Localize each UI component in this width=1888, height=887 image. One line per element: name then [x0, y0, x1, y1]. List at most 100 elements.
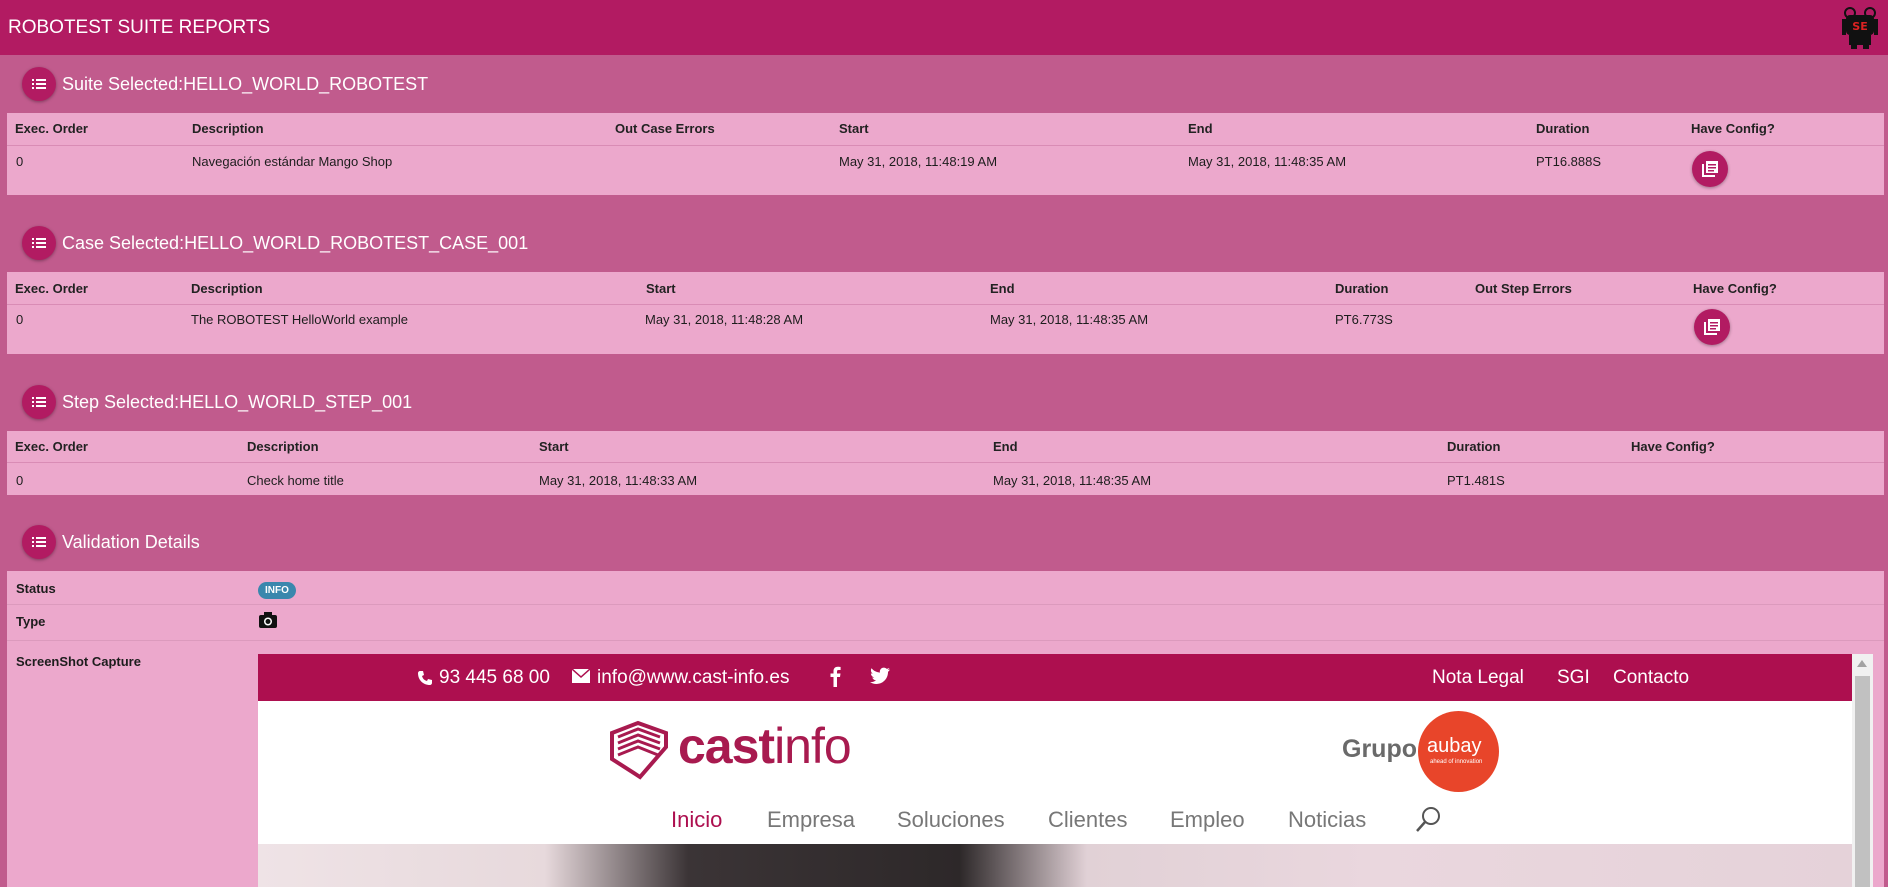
step-heading: Step Selected:HELLO_WORLD_STEP_001	[62, 392, 413, 412]
capture-menu-soluciones: Soluciones	[897, 807, 1005, 832]
col-duration: Duration	[1447, 439, 1501, 454]
col-out-step-errors: Out Step Errors	[1475, 281, 1572, 296]
step-list-button[interactable]	[22, 385, 56, 419]
list-icon	[32, 397, 46, 407]
col-exec-order: Exec. Order	[15, 439, 88, 454]
validation-heading: Validation Details	[62, 532, 200, 552]
capture-menu-empresa: Empresa	[767, 807, 856, 832]
type-row: Type	[7, 605, 1884, 641]
col-end: End	[990, 281, 1015, 296]
aubay-logo: aubay ahead of innovation	[1418, 711, 1499, 792]
capture-menu-clientes: Clientes	[1048, 807, 1128, 832]
capture-top-bar: 93 445 68 00 info@www.cast-info.es Nota …	[258, 654, 1852, 701]
status-badge: INFO	[258, 582, 296, 599]
description-value: Check home title	[247, 473, 344, 488]
list-icon	[32, 79, 46, 89]
config-library-icon	[1704, 319, 1720, 335]
col-description: Description	[192, 121, 264, 136]
col-have-config: Have Config?	[1693, 281, 1777, 296]
col-exec-order: Exec. Order	[15, 121, 88, 136]
config-library-icon	[1702, 161, 1718, 177]
robot-logo-icon: SE	[1840, 5, 1880, 49]
col-exec-order: Exec. Order	[15, 281, 88, 296]
capture-logo-area: castinfo Grupo aubay ahead of innovation	[258, 701, 1852, 799]
castinfo-logo-icon	[610, 720, 668, 780]
capture-menu-empleo: Empleo	[1170, 807, 1245, 832]
start-value: May 31, 2018, 11:48:28 AM	[645, 312, 804, 327]
table-row[interactable]: 0 Check home title May 31, 2018, 11:48:3…	[7, 463, 1884, 495]
camera-icon	[259, 612, 277, 633]
end-value: May 31, 2018, 11:48:35 AM	[1188, 154, 1347, 169]
list-icon	[32, 537, 46, 547]
col-start: Start	[539, 439, 569, 454]
case-section-header: Case Selected:HELLO_WORLD_ROBOTEST_CASE_…	[22, 226, 722, 262]
duration-value: PT6.773S	[1335, 312, 1393, 327]
validation-section-header: Validation Details	[22, 525, 422, 561]
step-section-header: Step Selected:HELLO_WORLD_STEP_001	[22, 385, 622, 421]
capture-link-contacto: Contacto	[1613, 667, 1690, 688]
facebook-icon	[830, 666, 841, 687]
capture-phone: 93 445 68 00	[439, 667, 550, 688]
case-config-button[interactable]	[1694, 309, 1730, 345]
screenshot-label: ScreenShot Capture	[16, 654, 141, 669]
suite-list-button[interactable]	[22, 67, 56, 101]
table-row[interactable]: 0 The ROBOTEST HelloWorld example May 31…	[7, 305, 1884, 354]
col-end: End	[993, 439, 1018, 454]
case-list-button[interactable]	[22, 226, 56, 260]
twitter-icon	[870, 667, 890, 684]
exec-order-value: 0	[16, 473, 24, 488]
col-duration: Duration	[1536, 121, 1590, 136]
col-end: End	[1188, 121, 1213, 136]
table-header-row: Exec. Order Description Start End Durati…	[7, 272, 1884, 305]
phone-icon	[418, 671, 432, 685]
start-value: May 31, 2018, 11:48:33 AM	[539, 473, 698, 488]
col-description: Description	[191, 281, 263, 296]
end-value: May 31, 2018, 11:48:35 AM	[990, 312, 1149, 327]
end-value: May 31, 2018, 11:48:35 AM	[993, 473, 1152, 488]
case-table: Exec. Order Description Start End Durati…	[7, 272, 1884, 354]
list-icon	[32, 238, 46, 248]
duration-value: PT16.888S	[1536, 154, 1602, 169]
col-description: Description	[247, 439, 319, 454]
scroll-up-arrow-icon[interactable]	[1857, 660, 1867, 667]
grupo-label: Grupo	[1342, 735, 1417, 763]
mail-icon	[572, 669, 590, 683]
status-row: Status INFO	[7, 571, 1884, 605]
status-label: Status	[16, 581, 56, 596]
capture-link-nota-legal: Nota Legal	[1432, 667, 1524, 688]
case-heading: Case Selected:HELLO_WORLD_ROBOTEST_CASE_…	[62, 233, 529, 253]
exec-order-value: 0	[16, 154, 24, 169]
col-start: Start	[646, 281, 676, 296]
validation-list-button[interactable]	[22, 525, 56, 559]
capture-main-menu: Inicio Empresa Soluciones Clientes Emple…	[258, 799, 1852, 837]
suite-heading: Suite Selected:HELLO_WORLD_ROBOTEST	[62, 74, 429, 94]
app-title: ROBOTEST SUITE REPORTS	[8, 17, 271, 38]
step-table: Exec. Order Description Start End Durati…	[7, 431, 1884, 495]
table-header-row: Exec. Order Description Out Case Errors …	[7, 113, 1884, 146]
scroll-thumb[interactable]	[1855, 676, 1870, 887]
col-have-config: Have Config?	[1691, 121, 1775, 136]
castinfo-logo-text: castinfo	[678, 718, 852, 774]
capture-menu-inicio: Inicio	[671, 807, 723, 832]
svg-text:SE: SE	[1852, 20, 1867, 33]
col-start: Start	[839, 121, 869, 136]
table-header-row: Exec. Order Description Start End Durati…	[7, 431, 1884, 463]
description-value: Navegación estándar Mango Shop	[192, 154, 393, 169]
table-row[interactable]: 0 Navegación estándar Mango Shop May 31,…	[7, 146, 1884, 195]
duration-value: PT1.481S	[1447, 473, 1505, 488]
capture-menu-noticias: Noticias	[1288, 807, 1367, 832]
capture-email: info@www.cast-info.es	[597, 667, 790, 688]
capture-scrollbar[interactable]	[1852, 654, 1873, 887]
suite-table: Exec. Order Description Out Case Errors …	[7, 113, 1884, 195]
suite-section-header: Suite Selected:HELLO_WORLD_ROBOTEST	[22, 67, 622, 103]
app-header: ROBOTEST SUITE REPORTS SE	[0, 0, 1888, 55]
capture-link-sgi: SGI	[1557, 667, 1590, 688]
screenshot-capture[interactable]: 93 445 68 00 info@www.cast-info.es Nota …	[258, 654, 1873, 887]
exec-order-value: 0	[16, 312, 24, 327]
start-value: May 31, 2018, 11:48:19 AM	[839, 154, 998, 169]
search-icon	[1416, 807, 1440, 832]
col-out-case-errors: Out Case Errors	[615, 121, 715, 136]
description-value: The ROBOTEST HelloWorld example	[191, 312, 408, 327]
col-duration: Duration	[1335, 281, 1389, 296]
suite-config-button[interactable]	[1692, 151, 1728, 187]
